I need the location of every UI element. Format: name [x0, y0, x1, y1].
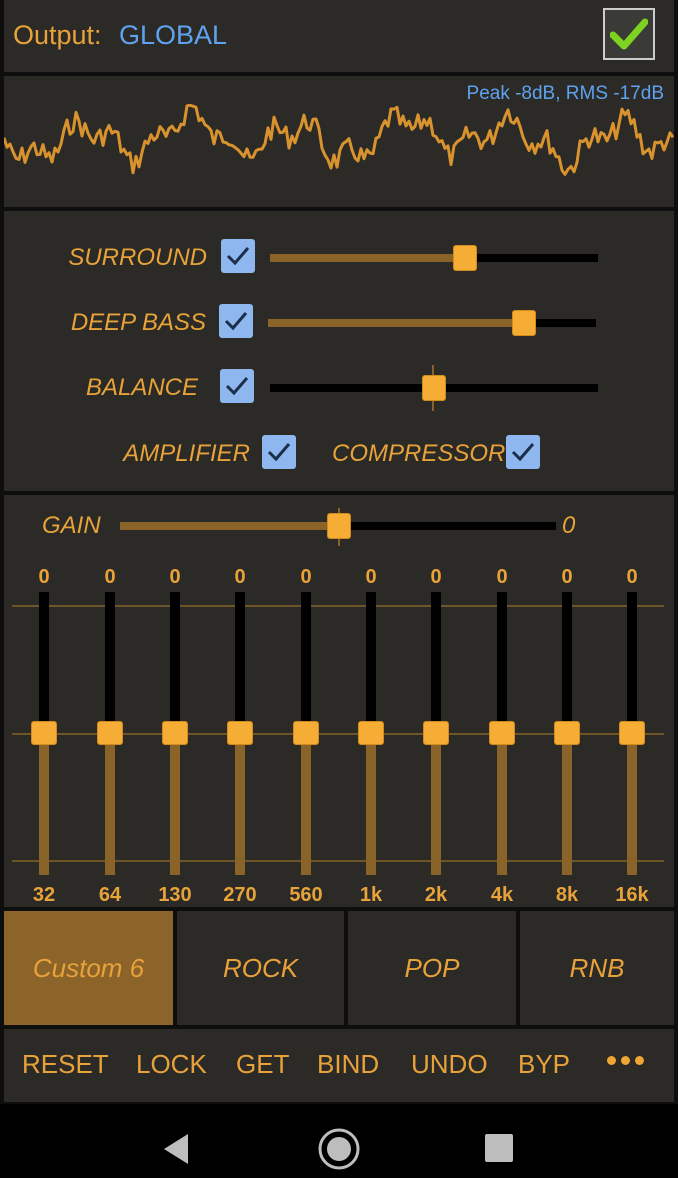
band-4k-value: 0 — [496, 566, 508, 588]
surround-slider-fill — [270, 254, 465, 262]
equalizer-panel: GAIN 0 0 32 0 64 0 130 0 270 0 560 0 1k 0 2k 0 4k 0 8k 0 16… — [4, 495, 674, 907]
more-options-icon[interactable] — [607, 1056, 644, 1065]
gain-value: 0 — [562, 512, 576, 539]
preset-bar: Custom 6 ROCK POP RNB — [4, 911, 674, 1025]
band-130-slider-fill — [170, 733, 180, 875]
band-2k-label: 2k — [424, 884, 448, 906]
band-1k-value: 0 — [365, 566, 377, 588]
checkmark-icon — [224, 312, 248, 331]
surround-checkbox[interactable] — [221, 239, 255, 273]
preset-custom-6[interactable]: Custom 6 — [4, 911, 173, 1025]
band-64-slider-fill — [105, 733, 115, 875]
amplifier-checkbox[interactable] — [262, 435, 296, 469]
surround-slider-knob[interactable] — [453, 245, 477, 271]
band-270-label: 270 — [223, 884, 257, 906]
band-130-value: 0 — [169, 566, 181, 588]
band-270-slider-fill — [235, 733, 245, 875]
effects-panel: SURROUND DEEP BASS BALANCE AMPLIFIER COM… — [4, 211, 674, 491]
amplifier-label: AMPLIFIER — [123, 440, 250, 467]
band-1k-label: 1k — [359, 884, 383, 906]
band-560-knob[interactable] — [293, 721, 319, 745]
band-16k-label: 16k — [615, 884, 649, 906]
compressor-checkbox[interactable] — [506, 435, 540, 469]
checkmark-icon — [225, 377, 249, 396]
band-4k-label: 4k — [490, 884, 514, 906]
balance-checkbox[interactable] — [220, 369, 254, 403]
band-8k-knob[interactable] — [554, 721, 580, 745]
system-nav-bar — [0, 1104, 678, 1178]
band-8k-value: 0 — [561, 566, 573, 588]
preset-rock[interactable]: ROCK — [177, 911, 344, 1025]
deep-bass-slider[interactable] — [268, 319, 596, 327]
balance-label: BALANCE — [85, 374, 198, 401]
band-1k-knob[interactable] — [358, 721, 384, 745]
balance-slider-knob[interactable] — [422, 375, 446, 401]
band-270-knob[interactable] — [227, 721, 253, 745]
get-button[interactable]: GET — [236, 1049, 289, 1080]
checkmark-icon — [610, 18, 648, 50]
home-icon[interactable] — [316, 1126, 362, 1172]
output-label: Output: — [13, 20, 102, 50]
band-64-label: 64 — [98, 884, 122, 906]
waveform-panel: Peak -8dB, RMS -17dB — [4, 76, 674, 207]
band-560-label: 560 — [289, 884, 323, 906]
band-16k-slider-fill — [627, 733, 637, 875]
band-32-value: 0 — [38, 566, 50, 588]
checkmark-icon — [267, 443, 291, 462]
deep-bass-label: DEEP BASS — [70, 309, 206, 336]
preset-rnb[interactable]: RNB — [520, 911, 674, 1025]
preset-pop[interactable]: POP — [348, 911, 516, 1025]
recents-icon[interactable] — [484, 1133, 514, 1163]
compressor-label: COMPRESSOR — [332, 440, 506, 467]
gain-slider-knob[interactable] — [327, 513, 351, 539]
band-1k-slider-fill — [366, 733, 376, 875]
band-2k-slider-fill — [431, 733, 441, 875]
back-icon[interactable] — [160, 1132, 192, 1166]
band-32-slider-fill — [39, 733, 49, 875]
deep-bass-slider-fill — [268, 319, 524, 327]
band-8k-slider-fill — [562, 733, 572, 875]
checkmark-icon — [226, 247, 250, 266]
band-270-value: 0 — [234, 566, 246, 588]
band-8k-label: 8k — [555, 884, 579, 906]
surround-slider[interactable] — [270, 254, 598, 262]
band-64-value: 0 — [104, 566, 116, 588]
deep-bass-slider-knob[interactable] — [512, 310, 536, 336]
band-130-label: 130 — [158, 884, 192, 906]
lock-button[interactable]: LOCK — [136, 1049, 207, 1080]
gain-slider-fill — [120, 522, 338, 530]
level-readout: Peak -8dB, RMS -17dB — [466, 83, 664, 104]
band-32-label: 32 — [32, 884, 56, 906]
band-130-knob[interactable] — [162, 721, 188, 745]
bypass-button[interactable]: BYP — [518, 1049, 570, 1080]
band-560-slider-fill — [301, 733, 311, 875]
band-560-value: 0 — [300, 566, 312, 588]
output-header: Output: GLOBAL — [4, 0, 674, 72]
band-2k-knob[interactable] — [423, 721, 449, 745]
undo-button[interactable]: UNDO — [411, 1049, 488, 1080]
gain-label: GAIN — [42, 512, 101, 539]
output-selector[interactable]: GLOBAL — [119, 20, 227, 51]
band-16k-knob[interactable] — [619, 721, 645, 745]
band-4k-slider-fill — [497, 733, 507, 875]
band-16k-value: 0 — [626, 566, 638, 588]
deep-bass-checkbox[interactable] — [219, 304, 253, 338]
band-64-knob[interactable] — [97, 721, 123, 745]
reset-button[interactable]: RESET — [22, 1049, 109, 1080]
surround-label: SURROUND — [68, 244, 207, 271]
band-4k-knob[interactable] — [489, 721, 515, 745]
checkmark-icon — [511, 443, 535, 462]
band-2k-value: 0 — [430, 566, 442, 588]
enable-effects-checkbox[interactable] — [603, 8, 655, 60]
bind-button[interactable]: BIND — [317, 1049, 379, 1080]
bottom-toolbar: RESET LOCK GET BIND UNDO BYP — [4, 1029, 674, 1102]
band-32-knob[interactable] — [31, 721, 57, 745]
